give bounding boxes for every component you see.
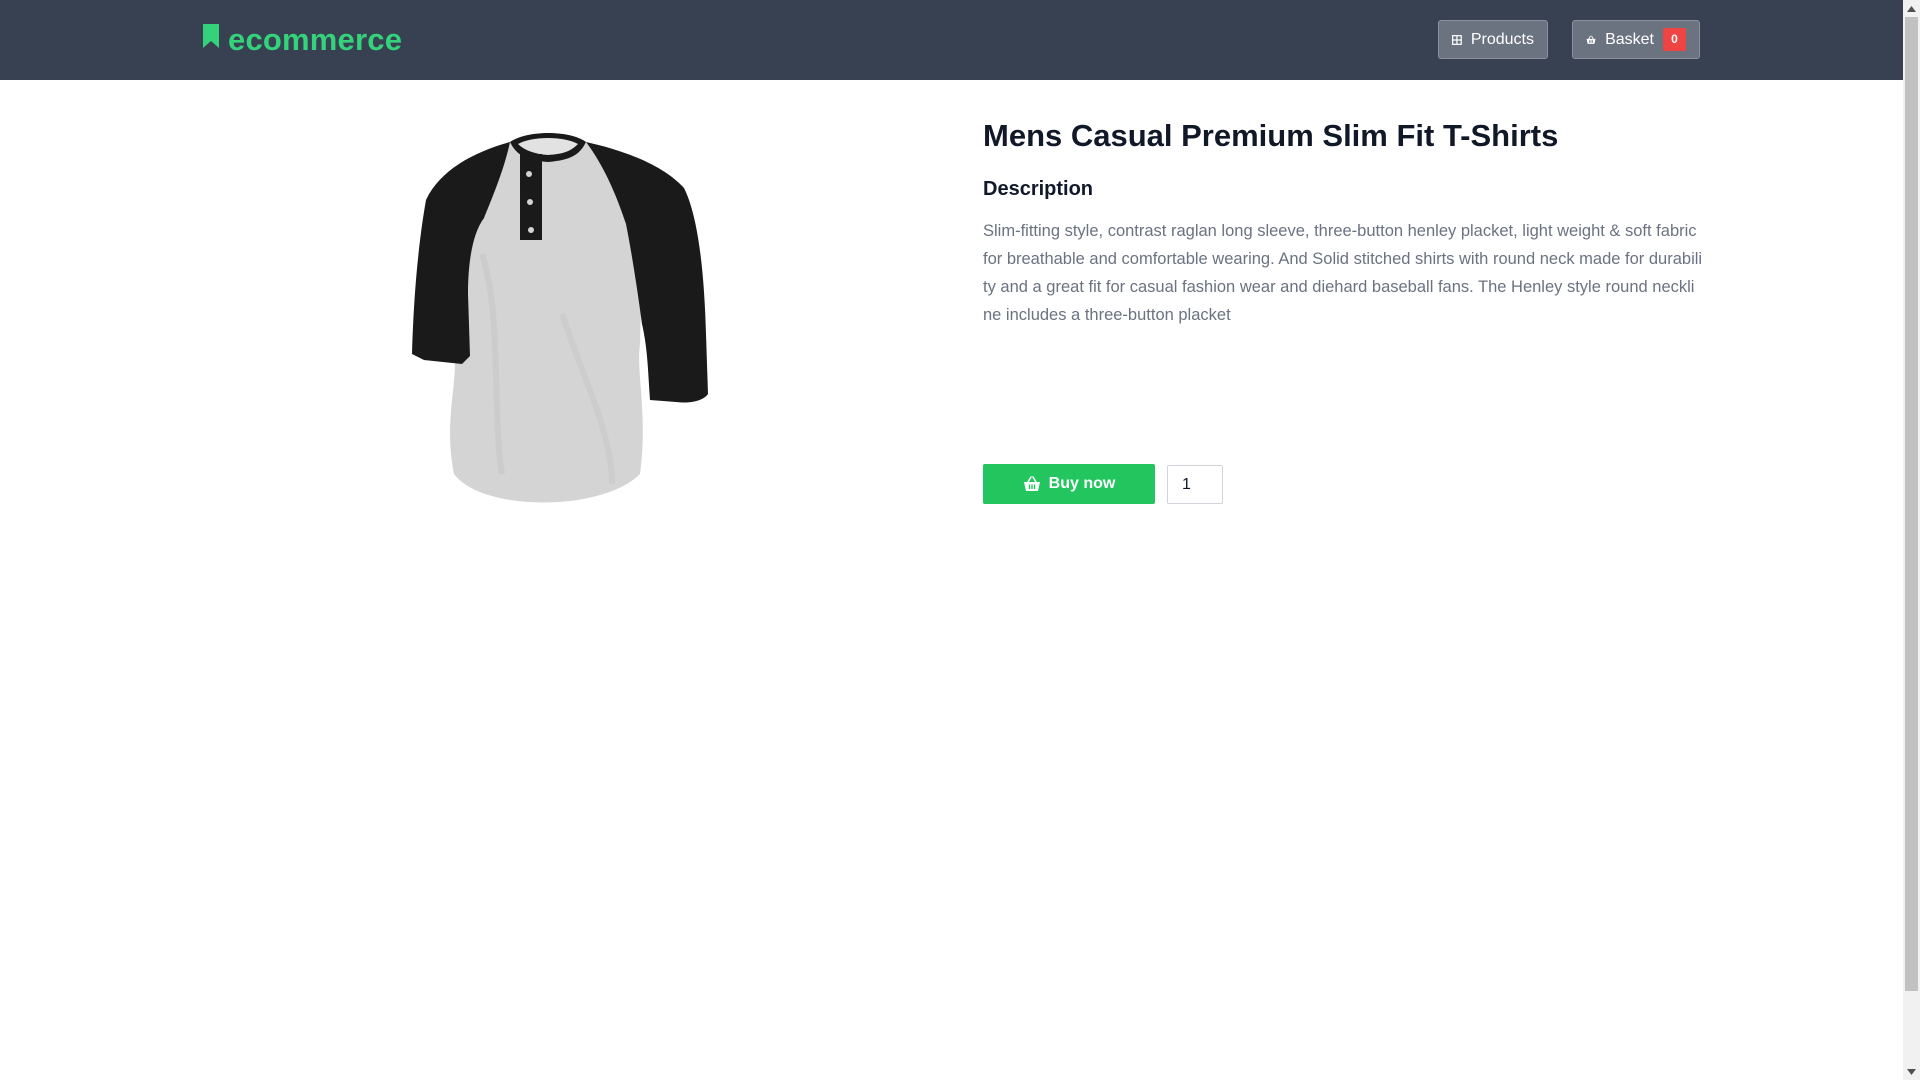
brand-link[interactable]: ecommerce: [202, 22, 402, 58]
scroll-up-icon[interactable]: [1903, 0, 1920, 17]
scrollbar-thumb[interactable]: [1905, 17, 1918, 991]
basket-label: Basket: [1605, 30, 1654, 48]
products-label: Products: [1470, 30, 1534, 48]
brand-name: ecommerce: [228, 22, 403, 57]
product-image: [412, 133, 708, 503]
scroll-down-icon[interactable]: [1903, 1063, 1920, 1080]
quantity-input[interactable]: [1167, 465, 1223, 504]
product-description: Slim-fitting style, contrast raglan long…: [983, 222, 1703, 324]
product-title: Mens Casual Premium Slim Fit T-Shirts: [983, 118, 1559, 153]
basket-count-badge: 0: [1663, 28, 1686, 51]
navbar: ecommerce Products Basket 0: [0, 0, 1903, 80]
bookmark-icon: [203, 24, 219, 48]
products-button[interactable]: Products: [1438, 20, 1548, 59]
buy-now-label: Buy now: [1048, 475, 1116, 492]
basket-icon: [1586, 35, 1596, 44]
basket-button[interactable]: Basket 0: [1572, 20, 1700, 59]
basket-icon: [1023, 476, 1040, 491]
grid-icon: [1452, 34, 1462, 45]
vertical-scrollbar[interactable]: [1903, 0, 1920, 1080]
buy-now-button[interactable]: Buy now: [983, 464, 1155, 504]
description-heading: Description: [983, 178, 1094, 200]
